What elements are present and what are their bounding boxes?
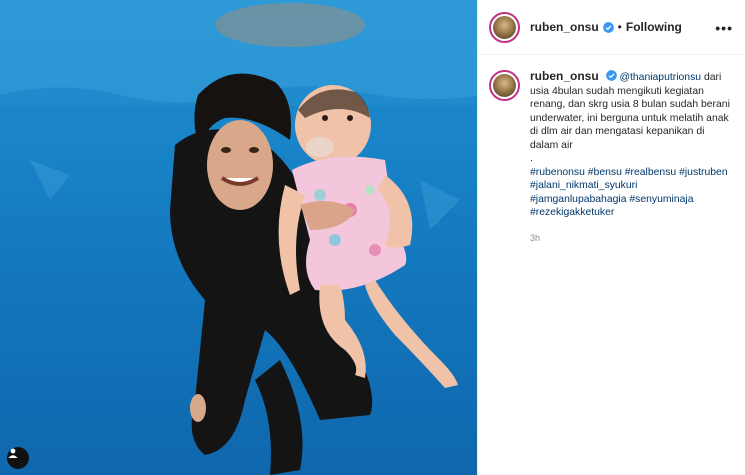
avatar-image [493, 74, 516, 97]
author-avatar[interactable] [489, 11, 520, 43]
hashtag-link[interactable]: #rezekigakketuker [530, 207, 614, 218]
underwater-photo-illustration [0, 0, 477, 475]
more-options-icon[interactable]: ••• [715, 20, 733, 36]
verified-badge-icon [602, 21, 614, 33]
caption-mention-link[interactable]: @thaniaputrionsu [619, 72, 701, 83]
user-tag-button[interactable] [7, 447, 29, 469]
post-timestamp[interactable]: 3h [530, 232, 735, 246]
caption-comment: ruben_onsu @thaniaputrionsu dari usia 4b… [489, 69, 739, 246]
caption-avatar[interactable] [489, 70, 520, 101]
avatar-image [493, 15, 516, 39]
post-header: ruben_onsu • Following ••• [478, 0, 745, 55]
user-tag-icon [8, 448, 18, 458]
header-separator: • [617, 20, 622, 34]
caption-body: dari usia 4bulan sudah mengikuti kegiata… [530, 72, 730, 151]
follow-status-button[interactable]: Following [626, 20, 682, 34]
verified-badge-icon [605, 70, 617, 81]
hashtag-list: #rubenonsu #bensu #realbensu #justruben … [530, 166, 735, 220]
instagram-post: ruben_onsu • Following ••• ruben_onsu @t… [0, 0, 745, 475]
hashtag-link[interactable]: #jamganlupabahagia [530, 194, 626, 205]
hashtag-link[interactable]: #rubenonsu [530, 167, 585, 178]
post-photo[interactable] [0, 0, 477, 475]
hashtag-link[interactable]: #justruben [679, 167, 728, 178]
hashtag-link[interactable]: #senyuminaja [629, 194, 693, 205]
author-username[interactable]: ruben_onsu [530, 20, 599, 34]
caption-username[interactable]: ruben_onsu [530, 69, 599, 83]
hashtag-link[interactable]: #bensu [588, 167, 622, 178]
caption-dot-line: . [530, 153, 533, 164]
post-side-panel: ruben_onsu • Following ••• ruben_onsu @t… [477, 0, 745, 475]
hashtag-link[interactable]: #jalani_nikmati_syukuri [530, 180, 637, 191]
hashtag-link[interactable]: #realbensu [625, 167, 676, 178]
caption-text: ruben_onsu @thaniaputrionsu dari usia 4b… [530, 69, 735, 246]
